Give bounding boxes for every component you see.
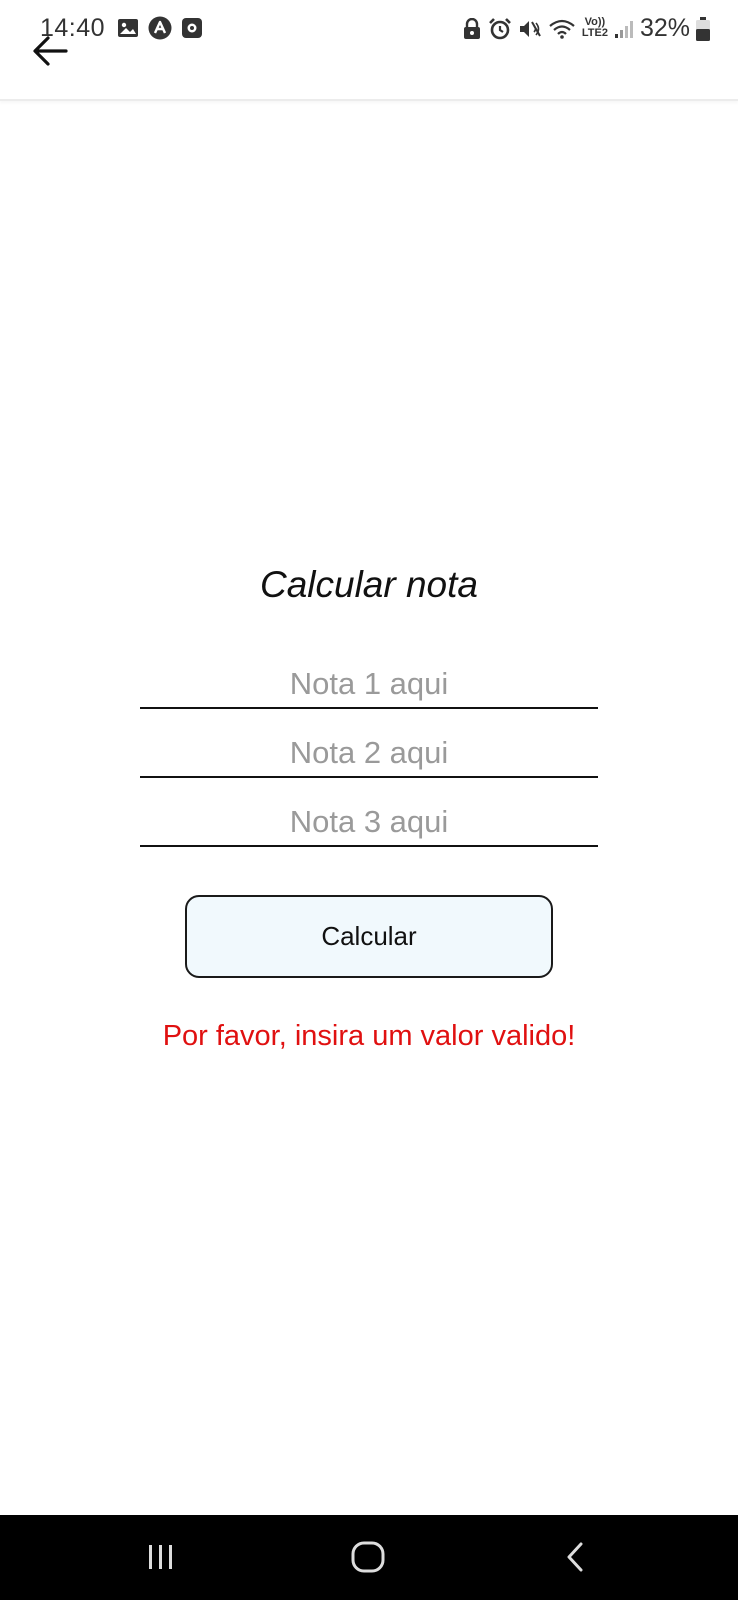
mute-icon <box>519 20 541 37</box>
nav-back-button[interactable] <box>545 1535 605 1579</box>
home-button[interactable] <box>338 1535 398 1579</box>
gallery-icon <box>118 19 138 37</box>
back-icon <box>567 1542 583 1572</box>
record-icon <box>182 18 202 38</box>
alarm-icon <box>488 17 511 39</box>
app-notification-icon <box>148 16 172 40</box>
battery-icon <box>696 16 710 41</box>
app-screen: 14:40 Vo)) LTE2 32% Calcular nota Nota 1… <box>0 0 738 1600</box>
grade-2-input[interactable] <box>140 730 598 778</box>
grade-1-input[interactable] <box>140 661 598 709</box>
system-nav-bar <box>0 1515 738 1600</box>
status-time: 14:40 <box>40 14 106 42</box>
status-right-icons: Vo)) LTE2 32% <box>462 14 710 43</box>
calculate-button[interactable]: Calcular <box>185 895 553 978</box>
page-title: Calcular nota <box>259 564 478 605</box>
grade-3-input[interactable] <box>140 799 598 847</box>
recents-icon <box>149 1545 172 1569</box>
recents-button[interactable] <box>131 1535 191 1579</box>
lte-label: LTE2 <box>581 26 608 39</box>
status-left-icons <box>117 16 203 40</box>
status-bar: 14:40 Vo)) LTE2 32% <box>0 0 738 60</box>
signal-icon <box>614 20 633 38</box>
wifi-icon <box>549 19 575 39</box>
volte-label: Vo)) <box>584 15 606 28</box>
error-message: Por favor, insira um valor valido! <box>162 1020 576 1052</box>
battery-percent: 32% <box>639 14 690 42</box>
home-icon <box>351 1541 385 1573</box>
volte-lte2-icon: Vo)) LTE2 <box>581 15 608 39</box>
lock-icon <box>463 17 480 39</box>
